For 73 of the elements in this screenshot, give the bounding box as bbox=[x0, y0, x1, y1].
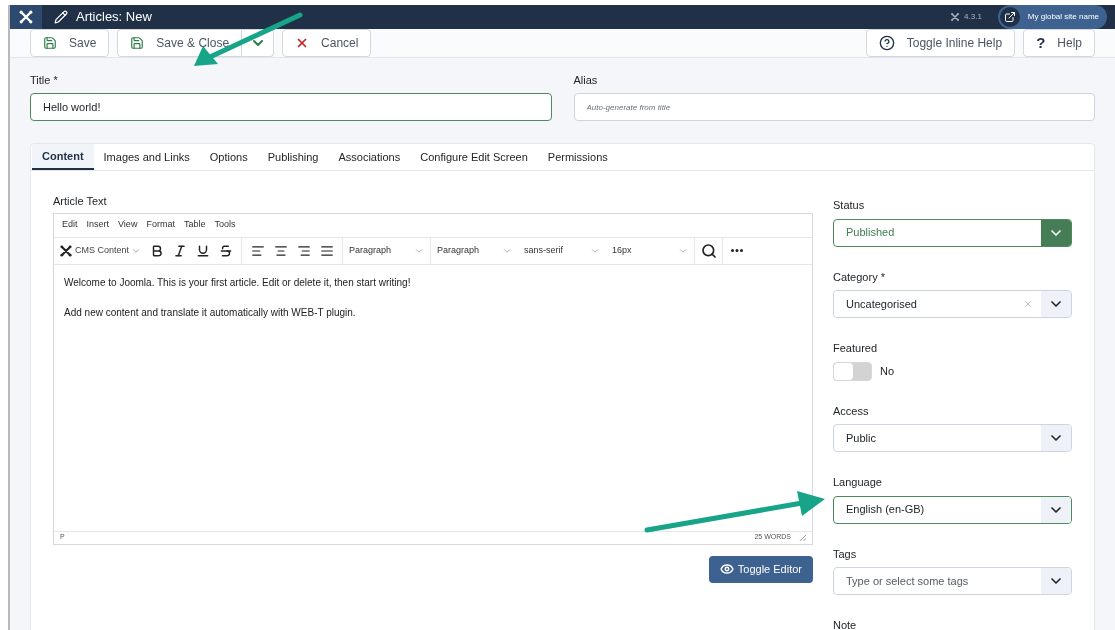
editor-dropdown[interactable]: Paragraph bbox=[342, 237, 431, 264]
paragraph-text: Add new content and translate it automatically with WEB-T plugin. bbox=[64, 305, 357, 320]
field-label: Alias bbox=[573, 73, 599, 88]
align-justify-icon bbox=[319, 243, 334, 258]
tab[interactable]: Associations bbox=[328, 144, 411, 170]
editor-content[interactable]: Welcome to Joomla. This is your first article. Edit or delete it, then start writing! Add new content and translate it automatically with WEB-T plugin. bbox=[54, 264, 812, 531]
logo-tile[interactable] bbox=[10, 5, 42, 29]
external-link-icon bbox=[1003, 11, 1016, 23]
tab[interactable]: Options bbox=[199, 144, 258, 170]
select-value: Public bbox=[845, 430, 877, 446]
cancel-button[interactable]: Cancel bbox=[282, 29, 372, 57]
toggle-switch[interactable] bbox=[833, 361, 872, 381]
version-text: 4.3.1 bbox=[964, 11, 982, 23]
select-field[interactable]: English (en-GB) bbox=[833, 495, 1072, 524]
tab[interactable]: Publishing bbox=[257, 144, 329, 170]
save-and-close-button[interactable]: Save & Close bbox=[117, 29, 243, 57]
field-label: Tags bbox=[833, 546, 858, 562]
select-value: Uncategorised bbox=[845, 296, 918, 312]
field-label: Language bbox=[833, 475, 883, 490]
editor-menu-item[interactable]: Edit bbox=[62, 218, 78, 232]
logo-icon bbox=[950, 12, 961, 22]
toggle-editor-button[interactable]: Toggle Editor bbox=[708, 555, 813, 583]
eye-icon bbox=[719, 562, 734, 576]
editor-dropdown[interactable]: Paragraph bbox=[430, 237, 519, 264]
save-button[interactable]: Save bbox=[30, 29, 110, 57]
logo-icon bbox=[59, 243, 73, 258]
select-value: English (en-GB) bbox=[845, 502, 926, 518]
field-label: Category * bbox=[833, 269, 886, 285]
field-label: Featured bbox=[833, 341, 879, 356]
select-placeholder: Type or select some tags bbox=[845, 573, 970, 589]
more-icon bbox=[730, 249, 743, 252]
editor-menu-item[interactable]: Insert bbox=[86, 218, 110, 232]
editor-menu-item[interactable]: Tools bbox=[214, 218, 236, 232]
tab[interactable]: Images and Links bbox=[93, 144, 200, 170]
select-value: Published bbox=[845, 225, 896, 241]
select-field[interactable]: Public bbox=[833, 424, 1072, 452]
field-label: Note bbox=[833, 618, 858, 630]
alias-input[interactable]: Auto-generate from title bbox=[573, 93, 1095, 121]
resize-handle-icon[interactable] bbox=[799, 534, 806, 541]
strikethrough-icon bbox=[218, 243, 233, 258]
editor-menu-item[interactable]: View bbox=[118, 218, 138, 232]
field-label: Status bbox=[833, 198, 866, 213]
title-input[interactable]: Hello world! bbox=[30, 92, 552, 121]
cms-content-button[interactable]: CMS Content bbox=[54, 243, 146, 258]
editor-dropdown[interactable]: sans-serif bbox=[518, 237, 607, 264]
editor-dropdown[interactable]: 16px bbox=[606, 237, 695, 264]
switch-label: No bbox=[880, 363, 895, 379]
site-name-button[interactable]: My global site name bbox=[997, 5, 1107, 29]
select-field[interactable]: Published bbox=[833, 218, 1072, 247]
underline-icon bbox=[195, 243, 210, 258]
page-title: Articles: New bbox=[76, 8, 152, 27]
tab[interactable]: Configure Edit Screen bbox=[410, 144, 538, 170]
tab[interactable]: Permissions bbox=[537, 144, 618, 170]
toggle-inline-help-button[interactable]: Toggle Inline Help bbox=[865, 29, 1016, 57]
editor-menu-item[interactable]: Table bbox=[183, 218, 206, 232]
italic-icon bbox=[172, 243, 187, 258]
search-icon bbox=[700, 242, 717, 259]
align-left-icon bbox=[250, 243, 265, 258]
field-label: Article Text bbox=[53, 194, 108, 209]
question-mark-icon: ? bbox=[1036, 31, 1046, 55]
tab[interactable]: Content bbox=[32, 144, 94, 170]
field-label: Title * bbox=[30, 73, 59, 88]
select-field[interactable]: Type or select some tags bbox=[833, 567, 1072, 595]
align-center-icon bbox=[273, 243, 288, 258]
help-icon bbox=[878, 35, 895, 51]
help-button[interactable]: ? Help bbox=[1023, 29, 1095, 57]
select-field[interactable]: Uncategorised bbox=[833, 290, 1072, 318]
editor-menu-item[interactable]: Format bbox=[146, 218, 175, 232]
paragraph-text: Welcome to Joomla. This is your first article. Edit or delete it, then start writing! bbox=[64, 275, 412, 290]
logo-icon bbox=[18, 9, 34, 25]
field-label: Access bbox=[833, 403, 870, 419]
align-right-icon bbox=[296, 243, 311, 258]
pencil-icon bbox=[54, 10, 68, 24]
